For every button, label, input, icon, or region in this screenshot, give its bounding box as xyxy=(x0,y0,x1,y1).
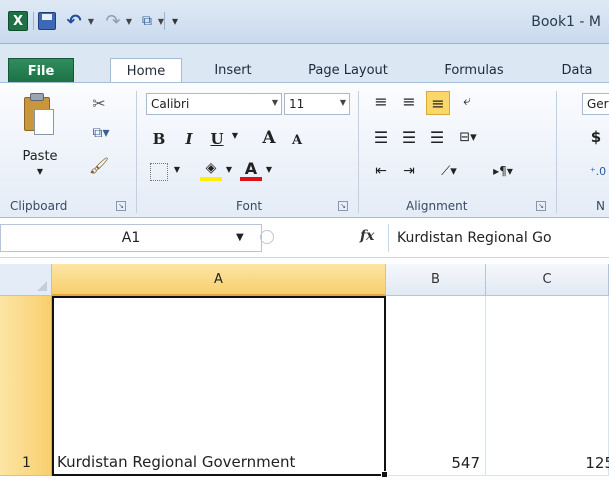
tab-page-layout[interactable]: Page Layout xyxy=(288,58,408,82)
font-color-button[interactable]: A xyxy=(240,159,262,181)
increase-indent-icon[interactable]: ⇥ xyxy=(398,161,420,181)
tab-formulas[interactable]: Formulas xyxy=(426,58,522,82)
formula-input[interactable]: Kurdistan Regional Go xyxy=(388,224,609,252)
currency-button[interactable]: $ xyxy=(588,127,604,147)
shrink-font-button[interactable]: A xyxy=(288,131,306,149)
group-separator xyxy=(358,91,359,213)
insert-function-icon[interactable]: fx xyxy=(360,228,374,244)
orientation-icon[interactable]: ⟋▾ xyxy=(432,161,466,181)
fill-color-icon[interactable]: ◈ xyxy=(200,159,222,181)
wrap-text-icon[interactable]: ⤶ xyxy=(456,91,478,111)
copy-icon[interactable]: ⧉▾ xyxy=(86,123,116,143)
font-name-value: Calibri xyxy=(151,97,190,111)
cell-value: 125 xyxy=(585,454,609,472)
row-number: 1 xyxy=(22,455,31,471)
cell-a1[interactable]: Kurdistan Regional Government xyxy=(52,296,386,476)
worksheet-grid: A B C 1 Kurdistan Regional Government 54… xyxy=(0,264,609,481)
chevron-down-icon: ▼ xyxy=(271,98,278,107)
italic-button[interactable]: I xyxy=(180,129,198,149)
borders-dropdown-icon[interactable]: ▼ xyxy=(172,165,182,174)
save-icon[interactable] xyxy=(38,12,56,30)
column-header-b[interactable]: B xyxy=(386,264,486,296)
column-header-c[interactable]: C xyxy=(486,264,609,296)
alignment-group-label: Alignment xyxy=(406,199,468,213)
font-size-select[interactable]: 11 ▼ xyxy=(284,93,350,115)
alignment-launcher-icon[interactable]: ↘ xyxy=(536,201,546,211)
fill-color-dropdown-icon[interactable]: ▼ xyxy=(224,165,234,174)
redo-icon[interactable]: ↷ xyxy=(104,10,122,32)
paste-dropdown-icon[interactable]: ▼ xyxy=(34,167,46,176)
cell-value: 547 xyxy=(451,454,480,472)
customize-toolbar-icon[interactable]: ▾ xyxy=(168,10,182,32)
undo-icon[interactable]: ↶ xyxy=(64,10,84,32)
number-format-select[interactable]: Ger xyxy=(582,93,609,115)
font-launcher-icon[interactable]: ↘ xyxy=(338,201,348,211)
paste-icon xyxy=(22,93,56,137)
clipboard-launcher-icon[interactable]: ↘ xyxy=(116,201,126,211)
grow-font-button[interactable]: A xyxy=(258,127,280,149)
cut-icon[interactable]: ✂ xyxy=(88,93,110,113)
formula-bar-resize-icon[interactable] xyxy=(260,230,274,244)
text-direction-icon[interactable]: ▸¶▾ xyxy=(486,161,520,181)
window-title: Book1 - M xyxy=(531,14,601,30)
formula-bar: A1 ▼ fx Kurdistan Regional Go xyxy=(0,218,609,258)
bold-button[interactable]: B xyxy=(150,129,168,149)
tab-file[interactable]: File xyxy=(8,58,74,84)
title-bar: X ↶ ▼ ↷ ▼ ⧉ ▼ ▾ Book1 - M xyxy=(0,0,609,44)
group-separator xyxy=(556,91,557,213)
ribbon-home: Paste ▼ ✂ ⧉▾ 🖌 Clipboard ↘ Calibri ▼ 11 … xyxy=(0,82,609,218)
ribbon-tabs: File Home Insert Page Layout Formulas Da… xyxy=(0,44,609,84)
redo-dropdown-icon[interactable]: ▼ xyxy=(124,10,134,32)
chevron-down-icon: ▼ xyxy=(339,98,346,107)
tab-insert[interactable]: Insert xyxy=(200,58,266,82)
decrease-indent-icon[interactable]: ⇤ xyxy=(370,161,392,181)
align-center-icon[interactable]: ☰ xyxy=(398,127,420,147)
group-separator xyxy=(136,91,137,213)
tab-home[interactable]: Home xyxy=(110,58,182,83)
cell-c1[interactable]: 125 xyxy=(486,296,609,476)
font-color-dropdown-icon[interactable]: ▼ xyxy=(264,165,274,174)
select-all-button[interactable] xyxy=(0,264,52,296)
align-middle-icon[interactable]: ≡ xyxy=(398,91,420,111)
align-bottom-icon[interactable]: ≡ xyxy=(426,91,450,115)
increase-decimal-icon[interactable]: ⁺.0 xyxy=(588,161,608,181)
toolbar-separator xyxy=(164,12,165,30)
format-painter-icon[interactable]: 🖌 xyxy=(88,155,110,175)
name-box[interactable]: A1 xyxy=(0,224,262,252)
undo-dropdown-icon[interactable]: ▼ xyxy=(86,10,96,32)
clipboard-group-label: Clipboard xyxy=(10,199,68,213)
cell-value: Kurdistan Regional Government xyxy=(57,453,296,471)
toolbar-separator xyxy=(33,12,34,30)
number-format-value: Ger xyxy=(587,97,609,111)
excel-logo-icon[interactable]: X xyxy=(8,11,28,31)
fill-handle[interactable] xyxy=(381,471,388,478)
font-size-value: 11 xyxy=(289,97,305,111)
cell-b1[interactable]: 547 xyxy=(386,296,486,476)
row-header-1[interactable]: 1 xyxy=(0,296,52,476)
align-right-icon[interactable]: ☰ xyxy=(426,127,448,147)
column-header-a[interactable]: A xyxy=(52,264,386,296)
align-left-icon[interactable]: ☰ xyxy=(370,127,392,147)
paste-label: Paste xyxy=(22,149,58,164)
copy-icon[interactable]: ⧉ xyxy=(138,10,156,32)
name-box-dropdown-icon[interactable]: ▼ xyxy=(236,232,244,243)
underline-button[interactable]: U xyxy=(208,129,226,149)
font-name-select[interactable]: Calibri ▼ xyxy=(146,93,282,115)
number-group-label: N xyxy=(596,199,605,213)
merge-center-icon[interactable]: ⊟▾ xyxy=(452,127,484,147)
underline-dropdown-icon[interactable]: ▼ xyxy=(230,131,240,140)
font-group-label: Font xyxy=(236,199,263,213)
tab-data[interactable]: Data xyxy=(548,58,606,82)
align-top-icon[interactable]: ≡ xyxy=(370,91,392,111)
borders-icon[interactable] xyxy=(150,163,168,181)
